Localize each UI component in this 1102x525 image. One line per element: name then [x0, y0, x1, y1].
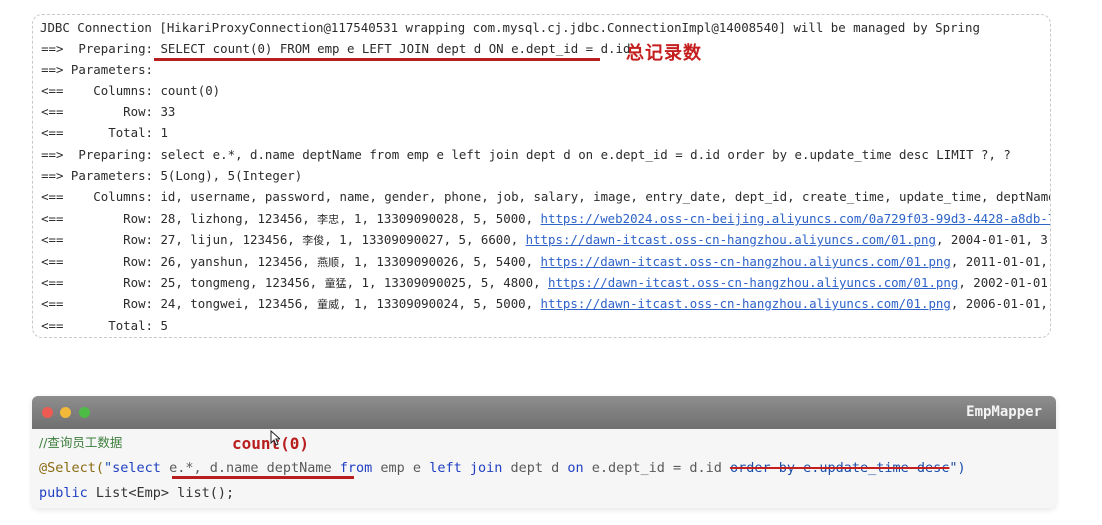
row-name-cn: 燕顺	[317, 256, 340, 269]
row-name-cn: 童威	[317, 298, 340, 311]
sql-quote: "	[104, 460, 113, 476]
log-text: 1	[160, 125, 168, 140]
maximize-dot-icon[interactable]	[79, 407, 90, 418]
row-name-cn: 李俊	[302, 234, 325, 247]
log-line: <== Columns: id, username, password, nam…	[40, 187, 1051, 207]
result-row: <== Row: 27, lijun, 123456, 李俊, 1, 13309…	[40, 230, 1050, 250]
log-prefix: ==> Preparing:	[41, 41, 153, 56]
log-line: ==> Preparing: select e.*, d.name deptNa…	[40, 145, 1011, 165]
log-prefix: <== Columns:	[41, 83, 153, 98]
sql-keyword: on	[567, 460, 584, 476]
image-link[interactable]: https://dawn-itcast.oss-cn-hangzhou.aliy…	[541, 254, 951, 269]
code-window: EmpMapper //查询员工数据 @Select("select e.*, …	[32, 396, 1056, 508]
row-values: 26, yanshun, 123456,	[160, 254, 318, 269]
window-title: EmpMapper	[966, 404, 1042, 420]
image-link[interactable]: https://dawn-itcast.oss-cn-hangzhou.aliy…	[526, 232, 936, 247]
minimize-dot-icon[interactable]	[60, 407, 71, 418]
sql-table: dept d	[502, 460, 568, 476]
sql-columns: e.*, d.name deptName	[160, 460, 340, 476]
window-title-bar: EmpMapper	[32, 396, 1056, 429]
image-link[interactable]: https://dawn-itcast.oss-cn-hangzhou.aliy…	[548, 275, 958, 290]
sql-keyword: from	[339, 460, 373, 476]
select-underline-mark	[172, 476, 354, 479]
log-prefix: <== Row:	[41, 104, 153, 119]
java-keyword: public	[39, 485, 88, 501]
sql-condition: e.dept_id = d.id	[583, 460, 730, 476]
result-row: <== Row: 26, yanshun, 123456, 燕顺, 1, 133…	[40, 252, 1050, 272]
total-count-annotation: 总记录数	[626, 43, 702, 64]
log-prefix: ==> Parameters:	[41, 62, 153, 77]
row-values: , 2004-01-01, 3, 2023-	[935, 232, 1050, 247]
log-prefix: <== Row:	[41, 254, 153, 269]
sql-quote: ")	[949, 460, 966, 476]
log-line: ==> Parameters: 5(Long), 5(Integer)	[40, 166, 302, 186]
row-values: 25, tongmeng, 123456,	[160, 275, 325, 290]
row-name-cn: 李忠	[317, 213, 340, 226]
row-values: , 2011-01-01, 3, 202	[950, 254, 1048, 269]
log-line: ==> Parameters:	[40, 60, 160, 80]
log-prefix: ==> Parameters:	[41, 168, 153, 183]
log-text: select e.*, d.name deptName from emp e l…	[160, 147, 1011, 162]
result-row: <== Row: 24, tongwei, 123456, 童威, 1, 133…	[40, 294, 1050, 314]
code-comment: //查询员工数据	[39, 435, 123, 450]
image-link[interactable]: https://dawn-itcast.oss-cn-hangzhou.aliy…	[541, 296, 951, 311]
log-prefix: <== Row:	[41, 275, 153, 290]
sql-underline-mark	[154, 58, 600, 61]
row-values: , 1, 13309090028, 5, 5000,	[339, 211, 541, 226]
log-line: <== Row: 33	[40, 102, 175, 122]
code-comment-line: //查询员工数据	[39, 432, 122, 454]
select-annotation: @Select(	[39, 460, 105, 476]
method-signature: List<Emp> list();	[87, 485, 235, 501]
sql-keyword: join	[469, 460, 503, 476]
mouse-cursor-icon	[270, 430, 280, 446]
image-link[interactable]: https://web2024.oss-cn-beijing.aliyuncs.…	[541, 211, 1050, 226]
log-prefix: <== Row:	[41, 211, 153, 226]
close-dot-icon[interactable]	[42, 407, 53, 418]
code-method-line: public List<Emp> list();	[39, 482, 234, 504]
row-name-cn: 童猛	[324, 277, 347, 290]
log-prefix: <== Row:	[41, 296, 153, 311]
log-line: <== Total: 1	[40, 123, 168, 143]
log-line: ==> Preparing: SELECT count(0) FROM emp …	[40, 39, 630, 59]
log-prefix: <== Total:	[41, 125, 153, 140]
log-text: 5	[160, 318, 168, 333]
log-text: count(0)	[160, 83, 221, 98]
row-values: , 1, 13309090027, 5, 6600,	[324, 232, 526, 247]
log-prefix: <== Row:	[41, 232, 153, 247]
row-values: 27, lijun, 123456,	[160, 232, 303, 247]
sql-keyword: select	[112, 460, 161, 476]
row-values: , 2006-01-01, 3, 202	[950, 296, 1048, 311]
row-values: 24, tongwei, 123456,	[160, 296, 318, 311]
log-text: 5(Long), 5(Integer)	[160, 168, 303, 183]
sql-struck-order-by: order by e.update_time desc	[729, 460, 950, 476]
row-values: , 1, 13309090026, 5, 5400,	[339, 254, 541, 269]
log-text: 33	[160, 104, 176, 119]
row-values: , 1, 13309090024, 5, 5000,	[339, 296, 541, 311]
connection-line: JDBC Connection [HikariProxyConnection@1…	[40, 20, 980, 35]
sql-table: emp e	[372, 460, 430, 476]
sql-keyword: left	[429, 460, 462, 476]
result-row: <== Row: 25, tongmeng, 123456, 童猛, 1, 13…	[40, 273, 1051, 293]
log-prefix: <== Columns:	[41, 189, 153, 204]
log-prefix: ==> Preparing:	[41, 147, 153, 162]
log-text: id, username, password, name, gender, ph…	[160, 189, 1051, 204]
result-row: <== Row: 28, lizhong, 123456, 李忠, 1, 133…	[40, 209, 1050, 229]
row-values: , 2002-01-01, 3, 20	[958, 275, 1051, 290]
row-values: , 1, 13309090025, 5, 4800,	[346, 275, 549, 290]
log-prefix: <== Total:	[41, 318, 153, 333]
log-text: SELECT count(0) FROM emp e LEFT JOIN dep…	[160, 41, 631, 56]
log-line: <== Total: 5	[40, 316, 168, 336]
sql-log-panel: JDBC Connection [HikariProxyConnection@1…	[32, 14, 1051, 338]
log-line: <== Columns: count(0)	[40, 81, 220, 101]
row-values: 28, lizhong, 123456,	[160, 211, 318, 226]
